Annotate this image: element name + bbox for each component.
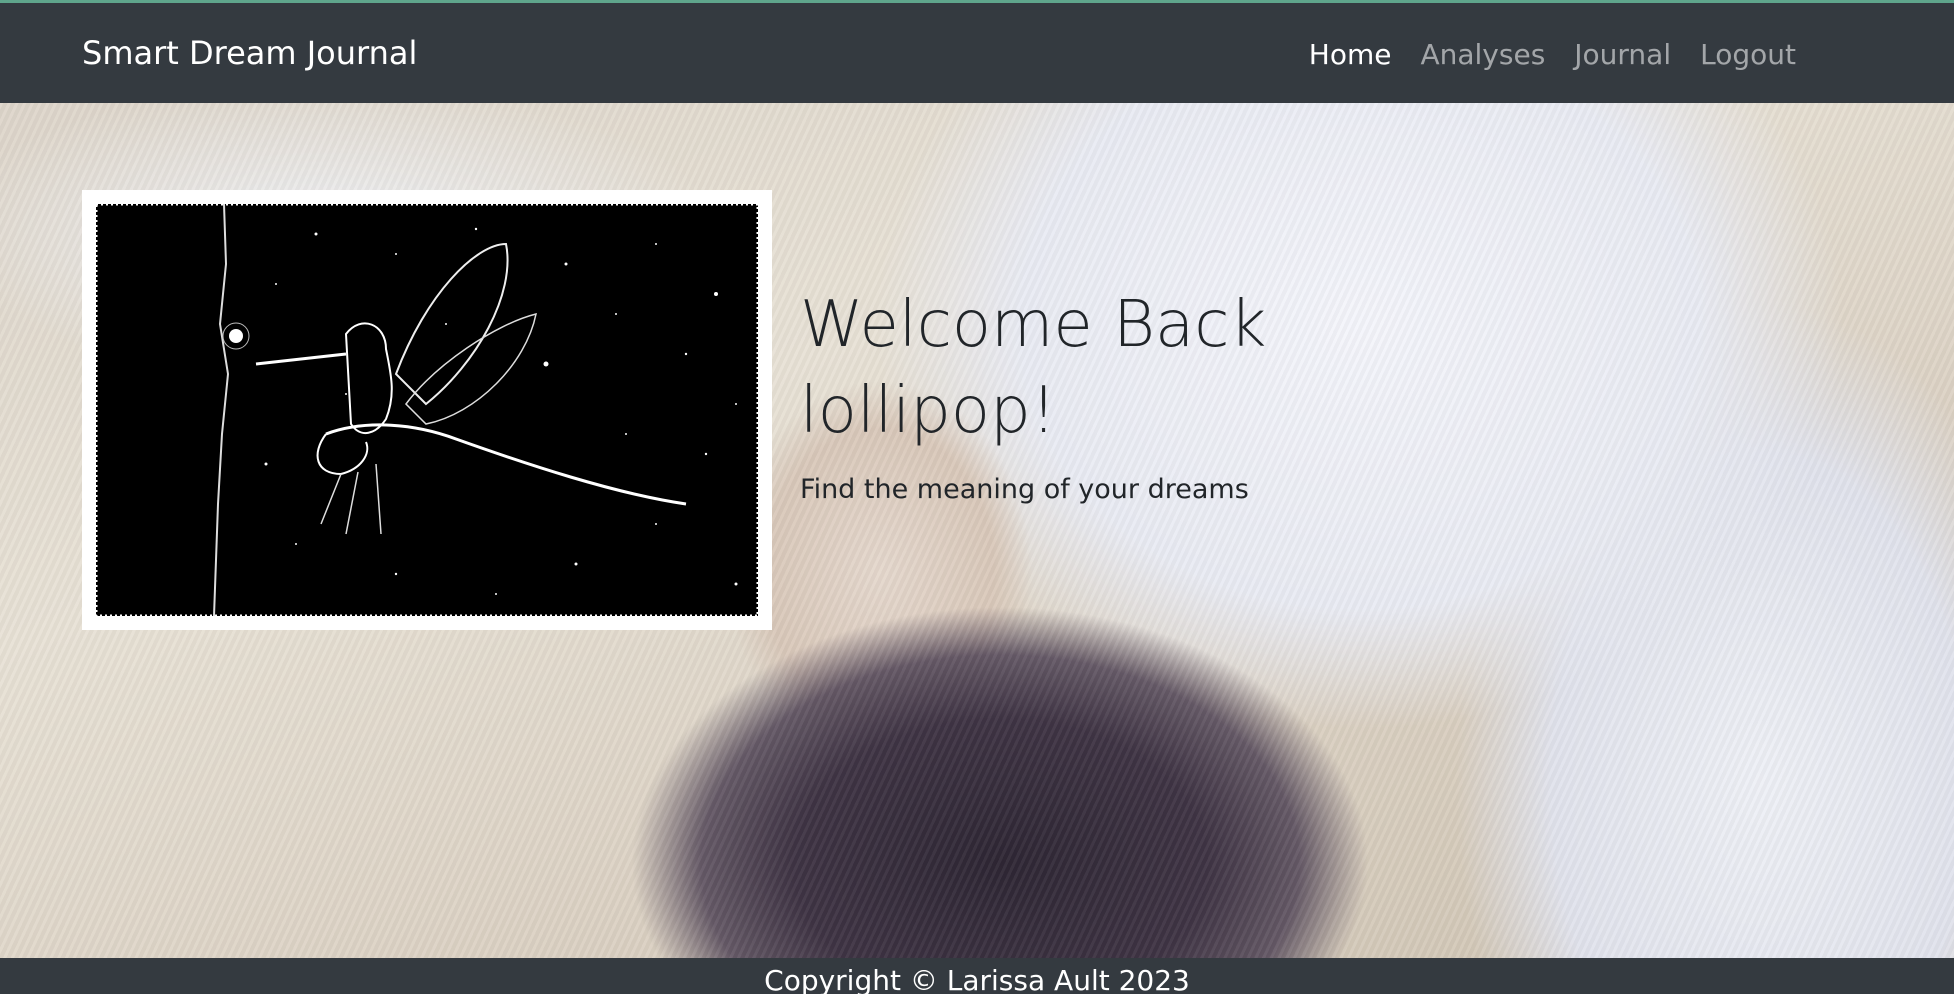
nav-link-logout[interactable]: Logout [1700,33,1796,77]
nav-link-home[interactable]: Home [1309,33,1392,77]
top-navbar: Smart Dream Journal Home Analyses Journa… [0,3,1954,103]
nav-link-analyses[interactable]: Analyses [1420,33,1545,77]
hero-tagline: Find the meaning of your dreams [800,474,1249,505]
nav-links: Home Analyses Journal Logout [1309,33,1796,77]
page-footer: Copyright © Larissa Ault 2023 [0,958,1954,994]
welcome-user-name: lollipop! [800,374,1057,448]
fairy-illustration-image [96,204,758,616]
welcome-heading: Welcome Back lollipop! [800,282,1320,454]
brand-link[interactable]: Smart Dream Journal [82,31,417,75]
copyright-text: Copyright © Larissa Ault 2023 [764,964,1190,994]
welcome-line-1: Welcome Back [800,288,1267,362]
nav-link-journal[interactable]: Journal [1574,33,1671,77]
fairy-dragonfly-illustration [82,190,772,630]
